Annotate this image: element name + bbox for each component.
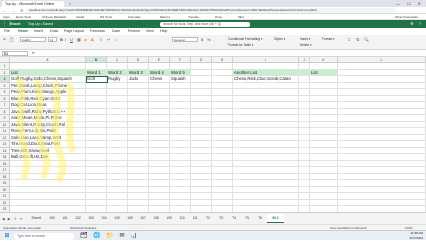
- sheet-tab[interactable]: T5: [241, 214, 253, 223]
- sheet-tab[interactable]: 106: [124, 214, 136, 223]
- browser-nav-icons[interactable]: ← → ↻: [2, 7, 26, 14]
- excel-app-bar: ⋮⋮ Excel Top-Up • Saved Search for tools…: [0, 20, 426, 28]
- sheet-tab[interactable]: 90.2: [267, 214, 284, 223]
- sheet-tab[interactable]: 110: [176, 214, 188, 223]
- sheet-tab[interactable]: 108: [150, 214, 162, 223]
- sheet-tab[interactable]: 104: [98, 214, 110, 223]
- formula-input[interactable]: [40, 51, 420, 56]
- fill-color-icon[interactable]: ▰: [84, 37, 87, 42]
- sheet-tab[interactable]: 107: [137, 214, 149, 223]
- percent-icon[interactable]: %: [207, 37, 211, 42]
- sheet-tab[interactable]: 111: [189, 214, 201, 223]
- clock-date: 9/17/2022: [409, 236, 423, 240]
- sheet-tab[interactable]: T6: [254, 214, 266, 223]
- tab-page-layout[interactable]: Page Layout: [64, 28, 84, 35]
- underline-icon[interactable]: U: [70, 37, 73, 42]
- ribbon-tabs: File Home Insert Draw Page Layout Formulas Dat…: [0, 28, 426, 36]
- find-icon[interactable]: 🔍: [364, 37, 369, 42]
- url-input[interactable]: onedrive.live.com/edit.aspx?resid=2FF80E…: [26, 8, 396, 13]
- sheet-tab[interactable]: 109: [163, 214, 175, 223]
- currency-icon[interactable]: $: [201, 37, 203, 42]
- sheet-tab[interactable]: T3: [215, 214, 227, 223]
- window-controls[interactable]: — ☐ ✕: [396, 0, 424, 7]
- format-cells-button[interactable]: Format ▾: [322, 37, 335, 42]
- insert-cells-button[interactable]: Insert ▾: [300, 37, 310, 42]
- sheet-tab[interactable]: 103: [85, 214, 97, 223]
- undo-icon[interactable]: ↶: [3, 37, 6, 42]
- browser-tab-strip: Top-Up - Microsoft Excel Online × — ☐ ✕: [0, 0, 426, 7]
- tab-draw[interactable]: Draw: [50, 28, 58, 35]
- sheet-tab[interactable]: 105: [111, 214, 123, 223]
- windows-start-icon[interactable]: ⊞: [3, 232, 11, 240]
- bold-icon[interactable]: B: [60, 37, 63, 42]
- font-size-select[interactable]: 11: [48, 37, 57, 42]
- delete-cells-button[interactable]: Delete ▾: [300, 43, 312, 48]
- name-box[interactable]: B3: [2, 51, 28, 56]
- format-as-table-button[interactable]: Format As Table ▾: [228, 43, 253, 48]
- sheet-tab[interactable]: 101: [59, 214, 71, 223]
- active-cell-outline: [85, 75, 108, 83]
- comma-icon[interactable]: ,: [213, 37, 214, 42]
- clipboard-icon[interactable]: 📋: [9, 37, 14, 42]
- styles-button[interactable]: Styles ▾: [274, 37, 285, 42]
- font-color-icon[interactable]: A: [91, 37, 94, 42]
- sheet-tab[interactable]: T2: [202, 214, 214, 223]
- document-title[interactable]: Top-Up • Saved: [28, 20, 53, 28]
- wrap-text-icon[interactable]: ↵: [107, 37, 110, 42]
- app-name[interactable]: Excel: [10, 20, 20, 28]
- search-input[interactable]: Search for tools, help, and more (Alt + …: [160, 21, 250, 27]
- tab-help[interactable]: Help: [160, 28, 167, 35]
- spreadsheet-grid[interactable]: A B C D E F G H I J K L 1 2 List Word 1 Word 2 Word 3 Word…: [0, 57, 426, 212]
- borders-icon[interactable]: ▦: [77, 37, 81, 42]
- taskbar-app-icons[interactable]: 🗂 🌐 📁 ✉ 📊: [80, 232, 140, 240]
- windows-taskbar: ⊞ Type here to search 🗂 🌐 📁 ✉ 📊 11:58 AM…: [0, 230, 426, 240]
- formula-bar: B3 fx: [0, 50, 426, 57]
- conditional-formatting-button[interactable]: Conditional Formatting ▾: [228, 37, 263, 42]
- autosum-icon[interactable]: Σ: [348, 37, 350, 42]
- sheet-tab[interactable]: 102: [72, 214, 84, 223]
- sheet-tab[interactable]: Sheet1: [28, 214, 45, 223]
- taskbar-search-input[interactable]: Type here to search: [14, 232, 74, 240]
- fx-icon[interactable]: fx: [32, 50, 35, 57]
- merge-icon[interactable]: ⇔: [114, 37, 118, 42]
- italic-icon[interactable]: I: [65, 37, 66, 42]
- app-right-icons[interactable]: ⚙ ?: [410, 20, 423, 28]
- sort-filter-icon[interactable]: ⇅: [356, 37, 359, 42]
- sheet-tab[interactable]: 100: [46, 214, 58, 223]
- address-bar-row: ← → ↻ onedrive.live.com/edit.aspx?resid=…: [0, 7, 426, 14]
- ribbon: ↶ 📋 Calibri 11 B I U ▦ ▰ A ≡ ↵ ⇔ General…: [0, 35, 426, 50]
- tab-review[interactable]: Review: [128, 28, 140, 35]
- number-format-select[interactable]: General: [172, 37, 198, 42]
- tab-insert[interactable]: Insert: [34, 28, 43, 35]
- tab-view[interactable]: View: [146, 28, 154, 35]
- tab-data[interactable]: Data: [112, 28, 120, 35]
- align-icon[interactable]: ≡: [100, 37, 102, 42]
- font-name-select[interactable]: Calibri: [20, 37, 46, 42]
- tab-formulas[interactable]: Formulas: [90, 28, 105, 35]
- sheet-tabs-bar: ◀ ▶ ＋ ≡ Sheet1 100 101 102 103 104 105 106 107 10…: [0, 212, 426, 224]
- tab-file[interactable]: File: [4, 28, 10, 35]
- sheet-tab[interactable]: T4: [228, 214, 240, 223]
